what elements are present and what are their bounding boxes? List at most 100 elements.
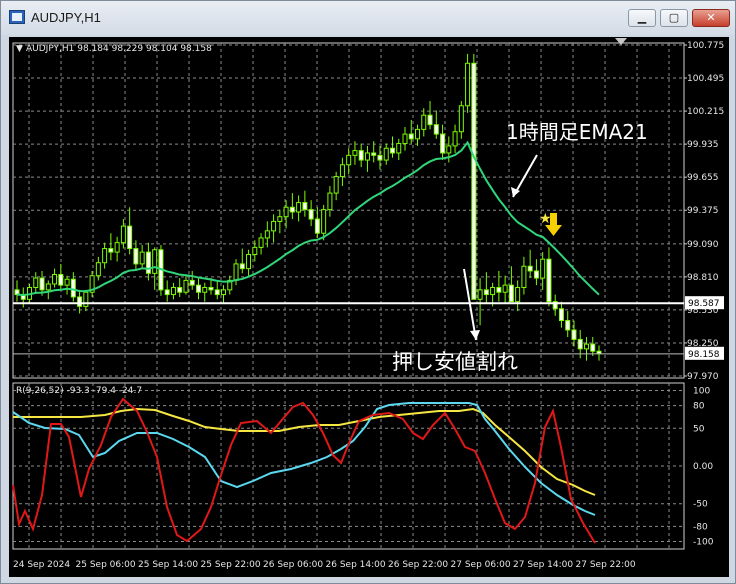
candle-body-up xyxy=(352,150,358,156)
osc-tick-label: -80 xyxy=(693,522,708,532)
osc-tick-label: -100 xyxy=(693,537,714,547)
candle-body-down xyxy=(177,286,183,293)
candle-body-up xyxy=(152,249,158,274)
symbol-info-line: AUDJPY,H1 98.184 98.229 98.104 98.158 xyxy=(26,44,212,54)
candle-body-up xyxy=(233,263,239,281)
price-tick-label: 99.655 xyxy=(687,173,719,183)
minimize-button[interactable]: ▁ xyxy=(628,9,656,27)
symbol-dropdown-icon: ▼ xyxy=(16,44,23,54)
candle-body-up xyxy=(521,265,527,288)
candle-body-down xyxy=(571,329,577,340)
price-tick-label: 99.375 xyxy=(687,206,719,216)
price-tick-label: 99.090 xyxy=(687,240,719,250)
candle-body-up xyxy=(415,128,421,140)
time-axis-label: 27 Sep 22:00 xyxy=(576,560,636,570)
candle-body-up xyxy=(271,220,277,232)
candle-body-down xyxy=(208,286,214,291)
candle-body-up xyxy=(502,284,508,293)
candle-body-up xyxy=(170,286,176,296)
candle-body-up xyxy=(346,154,352,166)
candle-body-down xyxy=(427,114,433,126)
price-tick-label: 98.810 xyxy=(687,273,719,283)
candle-body-up xyxy=(264,230,270,239)
chart-canvas[interactable]: 100.775 100.495 100.215 99.935 99.655 99.375 9… xyxy=(9,37,729,577)
price-tick-label: 99.935 xyxy=(687,140,719,150)
candle-body-down xyxy=(127,225,133,250)
oscillator-mid-line xyxy=(12,402,596,516)
chart-shift-marker-icon xyxy=(615,38,627,45)
osc-tick-label: 0.00 xyxy=(693,462,713,472)
candle-body-up xyxy=(252,246,258,255)
candle-body-up xyxy=(221,289,227,296)
candle-body-up xyxy=(83,291,89,307)
candle-body-down xyxy=(58,274,64,286)
candle-body-down xyxy=(70,278,76,298)
candle-body-up xyxy=(202,286,208,293)
candle-body-up xyxy=(95,262,101,277)
time-axis-label: 26 Sep 22:00 xyxy=(388,560,448,570)
candle-body-down xyxy=(314,218,320,234)
price-tick-label: 97.970 xyxy=(687,372,719,382)
chart-area[interactable]: 100.775 100.495 100.215 99.935 99.655 99.375 9… xyxy=(9,37,729,577)
time-axis-label: 25 Sep 22:00 xyxy=(201,560,261,570)
candle-body-up xyxy=(364,152,370,161)
oscillator-slow-line xyxy=(13,407,596,496)
candle-body-up xyxy=(45,283,51,291)
candle-body-down xyxy=(389,147,395,154)
candle-body-up xyxy=(183,279,189,293)
break-annotation-arrowhead xyxy=(470,330,480,340)
candle-body-up xyxy=(396,143,402,154)
candle-body-down xyxy=(508,284,514,303)
candle-body-down xyxy=(239,263,245,270)
candle-body-up xyxy=(258,237,264,248)
maximize-button[interactable]: ▢ xyxy=(660,9,688,27)
candle-body-down xyxy=(408,133,414,140)
candle-body-up xyxy=(102,248,108,264)
candle-body-up xyxy=(383,147,389,161)
candle-body-up xyxy=(339,164,345,178)
candle-body-up xyxy=(64,278,70,286)
support-price-badge: 98.587 xyxy=(688,299,720,309)
osc-tick-label: 100 xyxy=(693,387,710,397)
candle-body-down xyxy=(358,150,364,161)
candle-body-up xyxy=(33,277,39,288)
candle-body-up xyxy=(490,286,496,296)
title-bar[interactable]: AUDJPY,H1 ▁ ▢ ✕ xyxy=(1,1,735,35)
close-button[interactable]: ✕ xyxy=(692,9,730,27)
candle-body-down xyxy=(471,62,477,300)
time-axis-label: 27 Sep 06:00 xyxy=(451,560,511,570)
candle-body-up xyxy=(452,131,458,147)
chart-window-icon xyxy=(9,10,25,24)
candle-body-down xyxy=(189,279,195,286)
osc-tick-label: -50 xyxy=(693,500,708,510)
candle-body-up xyxy=(246,253,252,270)
candle-body-up xyxy=(402,133,408,145)
candle-body-up xyxy=(421,114,427,130)
ema-annotation-text: 1時間足EMA21 xyxy=(506,120,648,144)
time-axis-label: 26 Sep 06:00 xyxy=(263,560,323,570)
candle-body-up xyxy=(139,251,145,265)
price-tick-label: 100.775 xyxy=(687,41,724,51)
candle-body-down xyxy=(214,289,220,296)
candle-body-down xyxy=(440,133,446,154)
candle-body-up xyxy=(321,209,327,234)
candle-body-down xyxy=(496,286,502,293)
candle-body-up xyxy=(327,192,333,211)
time-axis-label: 25 Sep 06:00 xyxy=(76,560,136,570)
candle-body-down xyxy=(39,277,45,291)
candle-body-up xyxy=(540,258,546,279)
candle-body-down xyxy=(195,284,201,293)
osc-tick-label: 80 xyxy=(693,402,705,412)
oscillator-title: R(9,26,52) -93.3 -79.4 -24.7 xyxy=(16,386,142,396)
candle-body-down xyxy=(565,320,571,331)
chart-window: AUDJPY,H1 ▁ ▢ ✕ 100.775 100.495 100.215 99.… xyxy=(0,0,736,584)
candle-body-down xyxy=(133,248,139,265)
candle-body-down xyxy=(164,289,170,296)
candle-body-up xyxy=(515,286,521,303)
candle-body-down xyxy=(533,270,539,279)
time-axis-label: 25 Sep 14:00 xyxy=(138,560,198,570)
candle-body-up xyxy=(333,176,339,194)
candle-body-down xyxy=(558,308,564,322)
signal-star-icon: ★ xyxy=(539,211,552,227)
candle-body-up xyxy=(465,62,471,107)
